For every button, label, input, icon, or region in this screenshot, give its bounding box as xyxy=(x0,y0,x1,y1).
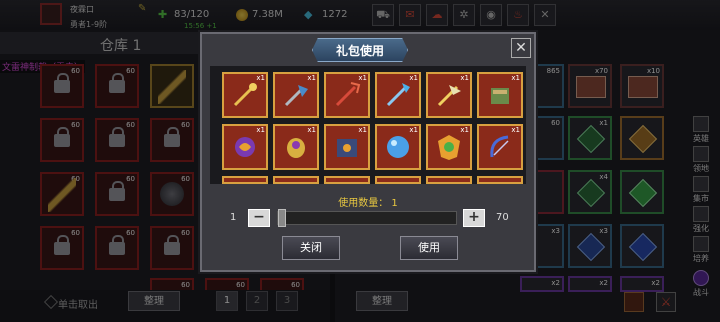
golden-scepter-icon xyxy=(233,83,257,107)
clover-shield-icon xyxy=(438,135,460,160)
quantity-value: 1 xyxy=(391,198,398,209)
close-icon[interactable]: ✕ xyxy=(511,38,531,58)
quantity-slider-thumb[interactable] xyxy=(278,209,286,227)
gift-item-slot[interactable]: x1 xyxy=(477,72,523,118)
purple-orb-icon xyxy=(235,137,255,157)
gift-item-slot[interactable]: x1 xyxy=(324,124,370,170)
gift-item-slot[interactable]: x1 xyxy=(222,72,268,118)
gift-item-slot[interactable] xyxy=(222,176,268,184)
gift-item-slot[interactable] xyxy=(477,176,523,184)
gift-item-slot[interactable]: x1 xyxy=(273,124,319,170)
gift-item-slot[interactable] xyxy=(324,176,370,184)
quantity-readout: 使用数量： 1 xyxy=(200,194,536,209)
decrease-quantity-button[interactable]: − xyxy=(248,209,270,227)
crystal-ball-icon xyxy=(387,136,409,158)
gem-bracelet-icon xyxy=(287,138,305,158)
gift-item-slot[interactable] xyxy=(273,176,319,184)
spellbook-icon xyxy=(491,88,509,104)
ice-axe-icon xyxy=(386,83,410,107)
gift-item-slot[interactable]: x1 xyxy=(426,124,472,170)
gift-item-slot[interactable]: x1 xyxy=(222,124,268,170)
quantity-slider[interactable] xyxy=(277,211,457,225)
dialog-title: 礼包使用 xyxy=(335,44,384,58)
gift-item-slot[interactable]: x1 xyxy=(477,124,523,170)
trident-icon xyxy=(335,82,361,107)
winged-staff-icon xyxy=(437,85,461,107)
quantity-min: 1 xyxy=(230,212,237,223)
dialog-use-button[interactable]: 使用 xyxy=(400,236,458,260)
increase-quantity-button[interactable]: + xyxy=(463,209,485,227)
axe-icon xyxy=(284,85,308,107)
gift-item-slot[interactable] xyxy=(426,176,472,184)
gift-item-slot[interactable]: x1 xyxy=(375,72,421,118)
harp-icon xyxy=(490,135,509,158)
gift-item-slot[interactable] xyxy=(375,176,421,184)
gift-item-slot[interactable]: x1 xyxy=(426,72,472,118)
gift-item-slot[interactable]: x1 xyxy=(375,124,421,170)
gift-item-slot[interactable]: x1 xyxy=(273,72,319,118)
tome-icon xyxy=(337,139,357,157)
quantity-max: 70 xyxy=(496,212,509,223)
gift-item-slot[interactable]: x1 xyxy=(324,72,370,118)
dialog-close-button[interactable]: 关闭 xyxy=(282,236,340,260)
quantity-label: 使用数量： xyxy=(338,198,389,209)
